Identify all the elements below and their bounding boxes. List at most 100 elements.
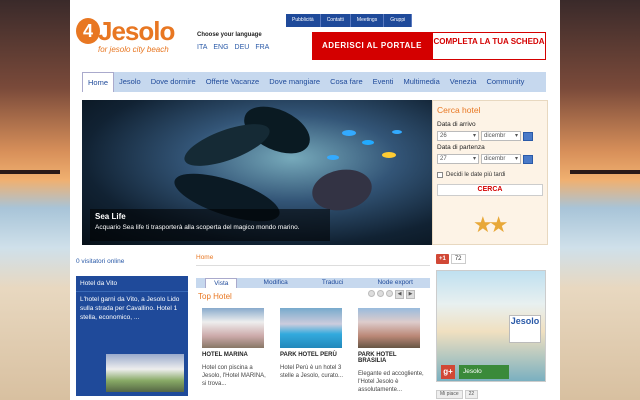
hotel-image[interactable]	[202, 308, 264, 348]
departure-day-select[interactable]: 27 ▾	[437, 154, 479, 164]
promo-social-row: g+ Jesolo	[441, 365, 509, 379]
toplink-meetings[interactable]: Meetings	[351, 14, 385, 27]
logo-name: Jesolo	[98, 16, 175, 46]
hero-caption: Sea Life Acquario Sea life ti trasporter…	[90, 209, 330, 241]
nav-item-home[interactable]: Home	[82, 72, 115, 92]
hero-slideshow[interactable]: Sea Life Acquario Sea life ti trasporter…	[82, 100, 432, 245]
pier-decoration	[570, 170, 640, 174]
tab-vista[interactable]: Vista	[205, 278, 238, 288]
toplink-contatti[interactable]: Contatti	[321, 14, 351, 27]
background-right	[570, 0, 640, 400]
hotel-search-panel: Cerca hotel Data di arrivo 26 ▾ dicembr ▾ …	[432, 100, 548, 245]
fish-shape	[392, 130, 402, 134]
nav-item-cosa-fare[interactable]: Cosa fare	[325, 72, 368, 92]
fish-shape	[342, 130, 356, 136]
nav-item-venezia[interactable]: Venezia	[445, 72, 482, 92]
featured-hotel-description: L'hotel garnì da Vito, a Jesolo Lido sul…	[80, 296, 180, 321]
top-hotel-title: Top Hotel	[198, 292, 232, 301]
completa-scheda-button[interactable]: COMPLETA LA TUA SCHEDA	[432, 32, 546, 60]
breadcrumb[interactable]: Home	[196, 254, 213, 261]
carousel-dot[interactable]	[368, 290, 375, 297]
hotel-name[interactable]: PARK HOTEL BRASILIA	[358, 352, 424, 364]
chevron-down-icon: ▾	[514, 133, 518, 139]
nav-item-dove-mangiare[interactable]: Dove mangiare	[264, 72, 325, 92]
visitors-online: 0 visitatori online	[76, 258, 125, 265]
arrival-date-row: 26 ▾ dicembr ▾	[437, 131, 543, 141]
chevron-down-icon: ▾	[472, 133, 476, 139]
hotel-name[interactable]: HOTEL MARINA	[202, 352, 268, 358]
hero-title: Sea Life	[95, 212, 126, 221]
calendar-icon[interactable]	[523, 131, 533, 141]
main-nav: Home Jesolo Dove dormire Offerte Vacanze…	[82, 72, 546, 92]
hotel-name[interactable]: PARK HOTEL PERÙ	[280, 352, 346, 358]
nav-item-jesolo[interactable]: Jesolo	[114, 72, 146, 92]
fish-shape	[362, 140, 374, 145]
logo-tagline: for jesolo city beach	[98, 45, 169, 54]
tab-traduci[interactable]: Traduci	[314, 278, 351, 288]
arrival-label: Data di arrivo	[437, 121, 476, 128]
featured-hotel-box[interactable]: Hotel da Vito L'hotel garnì da Vito, a J…	[76, 276, 188, 396]
nav-item-multimedia[interactable]: Multimedia	[398, 72, 444, 92]
background-left	[0, 0, 70, 400]
toplink-pubblicita[interactable]: Pubblicità	[286, 14, 321, 27]
hotel-card[interactable]: HOTEL MARINA Hotel con piscina a Jesolo,…	[202, 308, 268, 388]
prev-arrow-icon[interactable]: ◀	[395, 290, 404, 299]
language-eng[interactable]: ENG	[213, 44, 228, 51]
hotel-search-title: Cerca hotel	[437, 105, 481, 115]
decide-later-checkbox[interactable]	[437, 172, 443, 178]
hotel-image[interactable]	[280, 308, 342, 348]
hotel-description: Hotel con piscina a Jesolo, l'Hotel MARI…	[202, 365, 266, 387]
rock-shape	[308, 165, 376, 215]
decide-later-row: Decidi le date più tardi	[437, 172, 543, 178]
decide-later-label: Decidi le date più tardi	[446, 172, 506, 178]
chevron-down-icon: ▾	[514, 156, 518, 162]
tab-modifica[interactable]: Modifica	[256, 278, 296, 288]
adherisci-button[interactable]: ADERISCI AL PORTALE	[312, 32, 432, 60]
nav-item-eventi[interactable]: Eventi	[368, 72, 399, 92]
arrival-day-select[interactable]: 26 ▾	[437, 131, 479, 141]
hero-description: Acquario Sea life ti trasporterà alla sc…	[95, 224, 300, 231]
hotel-description: Hotel Perù è un hotel 3 stelle a Jesolo,…	[280, 365, 344, 379]
fish-shape	[382, 152, 396, 158]
featured-hotel-title[interactable]: Hotel da Vito	[76, 276, 188, 292]
hotel-image[interactable]	[358, 308, 420, 348]
search-button[interactable]: CERCA	[437, 184, 543, 196]
gplus-count: 72	[450, 254, 466, 264]
facebook-like-button[interactable]: Mi piace	[436, 390, 463, 399]
language-ita[interactable]: ITA	[197, 44, 207, 51]
carousel-dot[interactable]	[377, 290, 384, 297]
calendar-icon[interactable]	[523, 154, 533, 164]
stingray-shape	[179, 115, 275, 175]
hotel-card[interactable]: PARK HOTEL BRASILIA Elegante ed accoglie…	[358, 308, 424, 394]
site-logo[interactable]: 4 Jesolo for jesolo city beach	[76, 16, 186, 58]
departure-label: Data di partenza	[437, 144, 485, 151]
fish-shape	[327, 155, 339, 160]
departure-month-select[interactable]: dicembr ▾	[481, 154, 521, 164]
toplink-gruppi[interactable]: Gruppi	[384, 14, 413, 27]
jesolo-follow-button[interactable]: Jesolo	[459, 365, 509, 379]
featured-hotel-image[interactable]	[106, 354, 184, 392]
google-plus-icon[interactable]: g+	[441, 365, 455, 379]
carousel-dot[interactable]	[386, 290, 393, 297]
hotel-description: Elegante ed accogliente, l'Hotel Jesolo …	[358, 371, 424, 393]
logo-mark: 4	[76, 18, 100, 44]
tab-node-export[interactable]: Node export	[369, 278, 420, 288]
next-arrow-icon[interactable]: ▶	[406, 290, 415, 299]
language-title: Choose your language	[197, 32, 262, 38]
language-list: ITA ENG DEU FRA	[197, 44, 269, 51]
language-deu[interactable]: DEU	[235, 44, 250, 51]
nav-item-dove-dormire[interactable]: Dove dormire	[146, 72, 201, 92]
language-fra[interactable]: FRA	[255, 44, 269, 51]
promo-banner[interactable]: Jesolo g+ Jesolo	[436, 270, 546, 382]
nav-item-community[interactable]: Community	[481, 72, 529, 92]
page-container: 4 Jesolo for jesolo city beach Choose yo…	[70, 0, 560, 400]
hotel-card[interactable]: PARK HOTEL PERÙ Hotel Perù è un hotel 3 …	[280, 308, 346, 380]
arrival-month-select[interactable]: dicembr ▾	[481, 131, 521, 141]
chevron-down-icon: ▾	[472, 156, 476, 162]
gplus-button[interactable]: +1	[436, 254, 449, 264]
divider	[196, 265, 430, 266]
nav-item-offerte-vacanze[interactable]: Offerte Vacanze	[201, 72, 265, 92]
arrival-month-value: dicembr	[484, 133, 506, 139]
pier-decoration	[0, 170, 60, 174]
facebook-like-count: 22	[464, 390, 479, 399]
